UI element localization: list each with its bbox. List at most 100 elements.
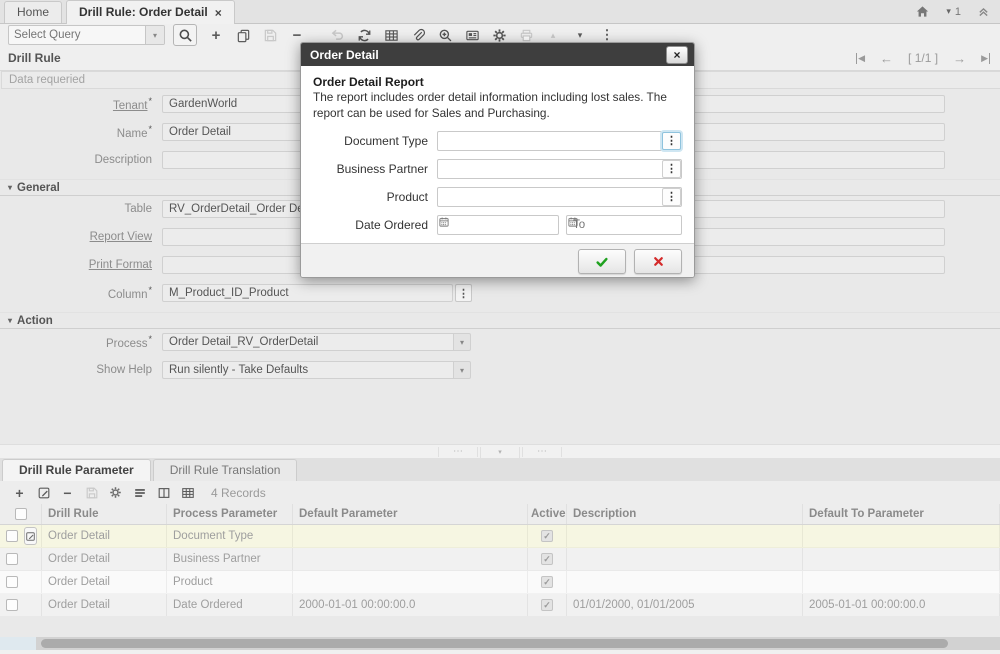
row-checkbox[interactable] <box>6 530 18 542</box>
show-help-dropdown-icon[interactable]: ▾ <box>453 361 471 379</box>
business-partner-field[interactable]: ⋮ <box>437 159 682 179</box>
active-checkbox[interactable]: ✓ <box>541 530 553 542</box>
tab-home[interactable]: Home <box>4 1 62 23</box>
tab-close-icon[interactable]: × <box>215 7 222 19</box>
zoom-across-icon[interactable] <box>437 27 453 43</box>
dialog-close-icon[interactable]: × <box>666 46 688 64</box>
process-dropdown-icon[interactable]: ▾ <box>453 333 471 351</box>
splitter-grip[interactable]: ⋯ <box>522 447 562 457</box>
edit-row-icon[interactable] <box>24 527 37 545</box>
new-record-icon[interactable]: + <box>208 27 224 43</box>
tab-drill-rule[interactable]: Drill Rule: Order Detail × <box>66 0 235 24</box>
date-from-input[interactable] <box>438 216 558 234</box>
splitter-grip[interactable]: ⋯ <box>438 447 478 457</box>
row-checkbox[interactable] <box>6 553 18 565</box>
tab-home-label: Home <box>17 2 49 23</box>
document-type-row: Document Type ⋮ <box>313 131 682 151</box>
last-record-icon[interactable]: ▶ <box>981 53 990 64</box>
section-action[interactable]: ▾ Action <box>0 312 1000 329</box>
grid-view-icon[interactable] <box>180 485 195 500</box>
more-actions-icon[interactable]: ⋮ <box>599 27 615 43</box>
search-button[interactable] <box>173 24 197 46</box>
copy-record-icon[interactable] <box>235 27 251 43</box>
column-header-description[interactable]: Description <box>567 504 803 524</box>
column-header-default-to-parameter[interactable]: Default To Parameter <box>803 504 1000 524</box>
pagination-label: [ 1/1 ] <box>908 51 938 65</box>
collapse-header-icon[interactable] <box>977 5 990 18</box>
customize-icon[interactable] <box>491 27 507 43</box>
list-view-icon[interactable] <box>132 485 147 500</box>
next-record-icon[interactable]: → <box>953 51 966 66</box>
product-field[interactable]: ⋮ <box>437 187 682 207</box>
column-lookup-icon[interactable]: ⋮ <box>455 284 472 302</box>
ok-button[interactable] <box>578 249 626 274</box>
print-format-label[interactable]: Print Format <box>0 259 162 271</box>
grid-toggle-icon[interactable] <box>383 27 399 43</box>
first-record-icon[interactable]: ◀ <box>856 53 865 64</box>
table-row[interactable]: Order Detail Product ✓ <box>0 571 1000 594</box>
show-help-field[interactable] <box>162 361 453 379</box>
product-lookup-icon[interactable]: ⋮ <box>662 188 681 206</box>
table-row[interactable]: Order Detail Date Ordered 2000-01-01 00:… <box>0 594 1000 617</box>
column-header-process-parameter[interactable]: Process Parameter <box>167 504 293 524</box>
record-info-icon[interactable] <box>464 27 480 43</box>
home-icon[interactable] <box>915 4 930 19</box>
new-record-icon[interactable]: + <box>12 485 27 500</box>
date-to-input[interactable] <box>567 216 681 234</box>
delete-record-icon[interactable]: − <box>60 485 75 500</box>
document-type-input[interactable] <box>438 132 681 150</box>
expand-icon[interactable]: ▾ <box>572 27 588 43</box>
tab-drill-rule-translation[interactable]: Drill Rule Translation <box>153 459 298 481</box>
column-header-default-parameter[interactable]: Default Parameter <box>293 504 528 524</box>
cancel-button[interactable] <box>634 249 682 274</box>
cell-process-parameter: Document Type <box>167 525 293 547</box>
business-partner-lookup-icon[interactable]: ⋮ <box>662 160 681 178</box>
tab-drill-rule-parameter[interactable]: Drill Rule Parameter <box>2 459 151 482</box>
splitter-collapse-handle[interactable]: ▾ <box>480 447 520 458</box>
refresh-icon[interactable] <box>356 27 372 43</box>
record-dropdown-icon[interactable]: ▾ <box>946 6 951 17</box>
select-query-input[interactable] <box>9 26 145 44</box>
select-query-combo[interactable]: ▾ <box>8 25 165 45</box>
cell-description: 01/01/2000, 01/01/2005 <box>567 594 803 616</box>
scrollbar-thumb[interactable] <box>41 639 948 648</box>
active-checkbox[interactable]: ✓ <box>541 576 553 588</box>
dialog-title-bar[interactable]: Order Detail × <box>301 43 694 66</box>
edit-record-icon[interactable] <box>36 485 51 500</box>
show-help-combo[interactable]: ▾ <box>162 361 471 379</box>
process-field[interactable] <box>162 333 453 351</box>
select-all-checkbox[interactable] <box>15 508 27 520</box>
previous-record-icon[interactable]: ← <box>880 51 893 66</box>
date-to-field[interactable] <box>566 215 682 235</box>
save-icon <box>262 27 278 43</box>
product-input[interactable] <box>438 188 681 206</box>
cell-drill-rule: Order Detail <box>42 571 167 593</box>
active-checkbox[interactable]: ✓ <box>541 553 553 565</box>
date-from-field[interactable] <box>437 215 559 235</box>
active-checkbox[interactable]: ✓ <box>541 599 553 611</box>
attachment-icon[interactable] <box>410 27 426 43</box>
customize-icon[interactable] <box>108 485 123 500</box>
process-combo[interactable]: ▾ <box>162 333 471 351</box>
collapse-section-icon: ▾ <box>8 183 12 192</box>
table-row[interactable]: Order Detail Business Partner ✓ <box>0 548 1000 571</box>
cell-drill-rule: Order Detail <box>42 525 167 547</box>
business-partner-row: Business Partner ⋮ <box>313 159 682 179</box>
tenant-label[interactable]: Tenant* <box>0 96 162 112</box>
horizontal-scrollbar[interactable] <box>0 637 1000 650</box>
report-view-label[interactable]: Report View <box>0 231 162 243</box>
column-header-active[interactable]: Active <box>528 504 567 524</box>
delete-record-icon[interactable]: − <box>289 27 305 43</box>
tab-drill-rule-translation-label: Drill Rule Translation <box>170 463 281 477</box>
business-partner-input[interactable] <box>438 160 681 178</box>
row-checkbox[interactable] <box>6 599 18 611</box>
document-type-lookup-icon[interactable]: ⋮ <box>662 132 681 150</box>
row-checkbox[interactable] <box>6 576 18 588</box>
table-row[interactable]: Order Detail Document Type ✓ <box>0 525 1000 548</box>
split-view-icon[interactable] <box>156 485 171 500</box>
column-header-drill-rule[interactable]: Drill Rule <box>42 504 167 524</box>
document-type-field[interactable]: ⋮ <box>437 131 682 151</box>
select-query-dropdown-icon[interactable]: ▾ <box>145 26 164 44</box>
column-field[interactable] <box>162 284 453 302</box>
dialog-body: Order Detail Report The report includes … <box>301 66 694 243</box>
